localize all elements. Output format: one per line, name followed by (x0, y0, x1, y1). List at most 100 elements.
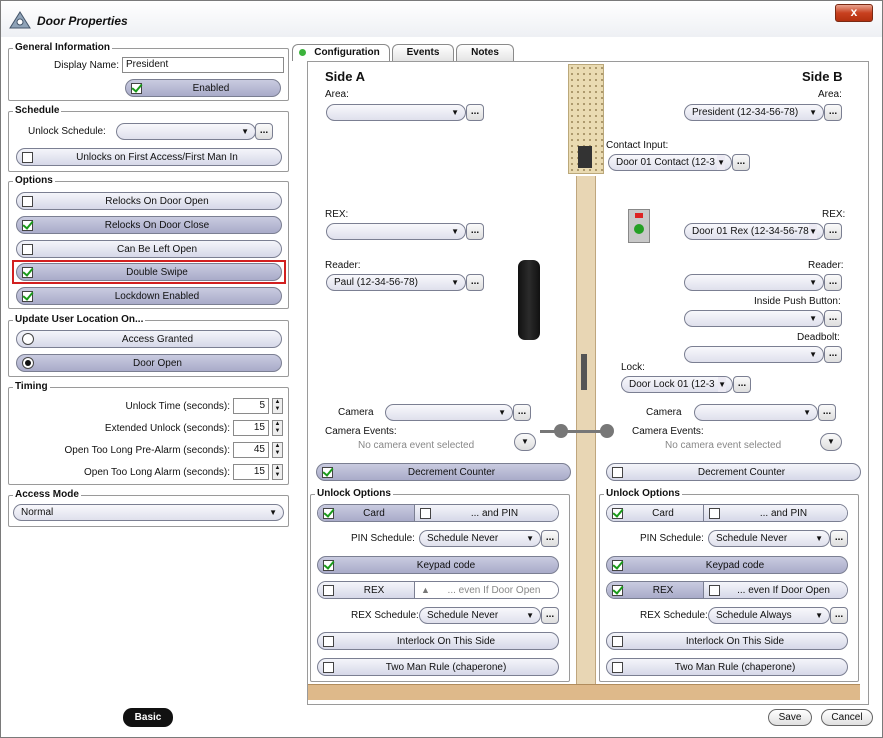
side-b-push-button-browse-button[interactable]: ... (824, 310, 842, 327)
first-access-checkbox[interactable] (22, 151, 33, 163)
relocks-on-door-open-toggle[interactable]: Relocks On Door Open (16, 192, 282, 210)
side-b-area-select[interactable]: President (12-34-56-78) ▼ (684, 104, 824, 121)
side-a-keypad-code-checkbox[interactable] (323, 559, 334, 571)
extended-unlock-input[interactable]: 15 (233, 420, 269, 436)
side-a-rex-option[interactable]: REX (318, 582, 414, 598)
side-a-camera-browse-button[interactable]: ... (513, 404, 531, 421)
side-b-lock-browse-button[interactable]: ... (733, 376, 751, 393)
pre-alarm-spinner[interactable]: ▲ ▼ (272, 442, 283, 458)
side-b-contact-browse-button[interactable]: ... (732, 154, 750, 171)
side-b-camera-select[interactable]: ▼ (694, 404, 818, 421)
tab-events[interactable]: Events (392, 44, 454, 61)
enabled-toggle[interactable]: Enabled (125, 79, 281, 97)
relocks-on-door-close-toggle[interactable]: Relocks On Door Close (16, 216, 282, 234)
side-b-contact-select[interactable]: Door 01 Contact (12-3 ▼ (608, 154, 732, 171)
side-a-and-pin-checkbox[interactable] (420, 507, 431, 519)
side-b-pin-schedule-browse-button[interactable]: ... (830, 530, 848, 547)
double-swipe-checkbox[interactable] (22, 266, 33, 278)
side-b-card-option[interactable]: Card (607, 505, 703, 521)
side-b-rex-option[interactable]: REX (607, 582, 703, 598)
extended-unlock-spinner[interactable]: ▲ ▼ (272, 420, 283, 436)
side-b-keypad-code-toggle[interactable]: Keypad code (606, 556, 848, 574)
side-a-camera-select[interactable]: ▼ (385, 404, 513, 421)
side-a-rex-browse-button[interactable]: ... (466, 223, 484, 240)
first-access-toggle[interactable]: Unlocks on First Access/First Man In (16, 148, 282, 166)
side-a-rex-schedule-browse-button[interactable]: ... (541, 607, 559, 624)
side-a-reader-select[interactable]: Paul (12-34-56-78) ▼ (326, 274, 466, 291)
side-a-decrement-counter-toggle[interactable]: Decrement Counter (316, 463, 571, 481)
enabled-checkbox[interactable] (131, 82, 142, 94)
side-b-rex-schedule-browse-button[interactable]: ... (830, 607, 848, 624)
lockdown-enabled-checkbox[interactable] (22, 290, 33, 302)
side-b-deadbolt-select[interactable]: ▼ (684, 346, 824, 363)
side-b-camera-browse-button[interactable]: ... (818, 404, 836, 421)
door-open-radio[interactable] (22, 357, 34, 369)
side-b-decrement-counter-checkbox[interactable] (612, 466, 623, 478)
unlock-time-spinner[interactable]: ▲ ▼ (272, 398, 283, 414)
side-b-decrement-counter-toggle[interactable]: Decrement Counter (606, 463, 861, 481)
access-granted-radio[interactable] (22, 333, 34, 345)
can-be-left-open-checkbox[interactable] (22, 243, 33, 255)
unlock-schedule-browse-button[interactable]: ... (255, 123, 273, 140)
side-a-two-man-checkbox[interactable] (323, 661, 334, 673)
lockdown-enabled-toggle[interactable]: Lockdown Enabled (16, 287, 282, 305)
open-too-long-alarm-spinner[interactable]: ▲ ▼ (272, 464, 283, 480)
side-a-card-option[interactable]: Card (318, 505, 414, 521)
unlock-schedule-select[interactable]: ▼ (116, 123, 256, 140)
side-a-rex-checkbox[interactable] (323, 584, 334, 596)
side-b-reader-select[interactable]: ▼ (684, 274, 824, 291)
side-a-pin-schedule-browse-button[interactable]: ... (541, 530, 559, 547)
open-too-long-alarm-input[interactable]: 15 (233, 464, 269, 480)
side-a-decrement-counter-checkbox[interactable] (322, 466, 333, 478)
side-a-two-man-toggle[interactable]: Two Man Rule (chaperone) (317, 658, 559, 676)
side-b-push-button-select[interactable]: ▼ (684, 310, 824, 327)
side-b-even-if-open-checkbox[interactable] (709, 584, 720, 596)
side-b-and-pin-checkbox[interactable] (709, 507, 720, 519)
pre-alarm-input[interactable]: 45 (233, 442, 269, 458)
side-a-interlock-toggle[interactable]: Interlock On This Side (317, 632, 559, 650)
side-b-and-pin-option[interactable]: ... and PIN (703, 505, 847, 521)
side-a-reader-browse-button[interactable]: ... (466, 274, 484, 291)
side-b-rex-browse-button[interactable]: ... (824, 223, 842, 240)
side-a-area-browse-button[interactable]: ... (466, 104, 484, 121)
side-b-lock-select[interactable]: Door Lock 01 (12-3 ▼ (621, 376, 733, 393)
side-b-interlock-toggle[interactable]: Interlock On This Side (606, 632, 848, 650)
side-b-rex-select[interactable]: Door 01 Rex (12-34-56-78 ▼ (684, 223, 824, 240)
side-a-camera-events-dropdown[interactable]: ▼ (514, 433, 536, 451)
side-a-card-checkbox[interactable] (323, 507, 334, 519)
side-a-keypad-code-toggle[interactable]: Keypad code (317, 556, 559, 574)
relocks-on-door-open-checkbox[interactable] (22, 195, 33, 207)
side-b-two-man-checkbox[interactable] (612, 661, 623, 673)
unlock-time-input[interactable]: 5 (233, 398, 269, 414)
close-button[interactable]: x (835, 4, 873, 22)
access-mode-select[interactable]: Normal ▼ (13, 504, 284, 521)
access-granted-option[interactable]: Access Granted (16, 330, 282, 348)
save-button[interactable]: Save (768, 709, 812, 726)
display-name-input[interactable]: President (122, 57, 284, 73)
side-b-deadbolt-browse-button[interactable]: ... (824, 346, 842, 363)
side-a-rex-select[interactable]: ▼ (326, 223, 466, 240)
basic-mode-button[interactable]: Basic (123, 708, 173, 727)
tab-notes[interactable]: Notes (456, 44, 514, 61)
can-be-left-open-toggle[interactable]: Can Be Left Open (16, 240, 282, 258)
side-b-even-if-open-option[interactable]: ... even If Door Open (703, 582, 847, 598)
side-b-pin-schedule-select[interactable]: Schedule Never ▼ (708, 530, 830, 547)
double-swipe-toggle[interactable]: Double Swipe (16, 263, 282, 281)
side-b-rex-schedule-select[interactable]: Schedule Always ▼ (708, 607, 830, 624)
side-a-and-pin-option[interactable]: ... and PIN (414, 505, 558, 521)
side-b-keypad-code-checkbox[interactable] (612, 559, 623, 571)
cancel-button[interactable]: Cancel (821, 709, 873, 726)
side-b-two-man-toggle[interactable]: Two Man Rule (chaperone) (606, 658, 848, 676)
side-b-rex-checkbox[interactable] (612, 584, 623, 596)
side-a-pin-schedule-select[interactable]: Schedule Never ▼ (419, 530, 541, 547)
side-a-interlock-checkbox[interactable] (323, 635, 334, 647)
relocks-on-door-close-checkbox[interactable] (22, 219, 33, 231)
side-a-area-select[interactable]: ▼ (326, 104, 466, 121)
side-b-reader-browse-button[interactable]: ... (824, 274, 842, 291)
side-b-camera-events-dropdown[interactable]: ▼ (820, 433, 842, 451)
door-open-option[interactable]: Door Open (16, 354, 282, 372)
side-b-card-checkbox[interactable] (612, 507, 623, 519)
side-b-interlock-checkbox[interactable] (612, 635, 623, 647)
tab-configuration[interactable]: Configuration (292, 44, 390, 61)
side-a-rex-schedule-select[interactable]: Schedule Never ▼ (419, 607, 541, 624)
